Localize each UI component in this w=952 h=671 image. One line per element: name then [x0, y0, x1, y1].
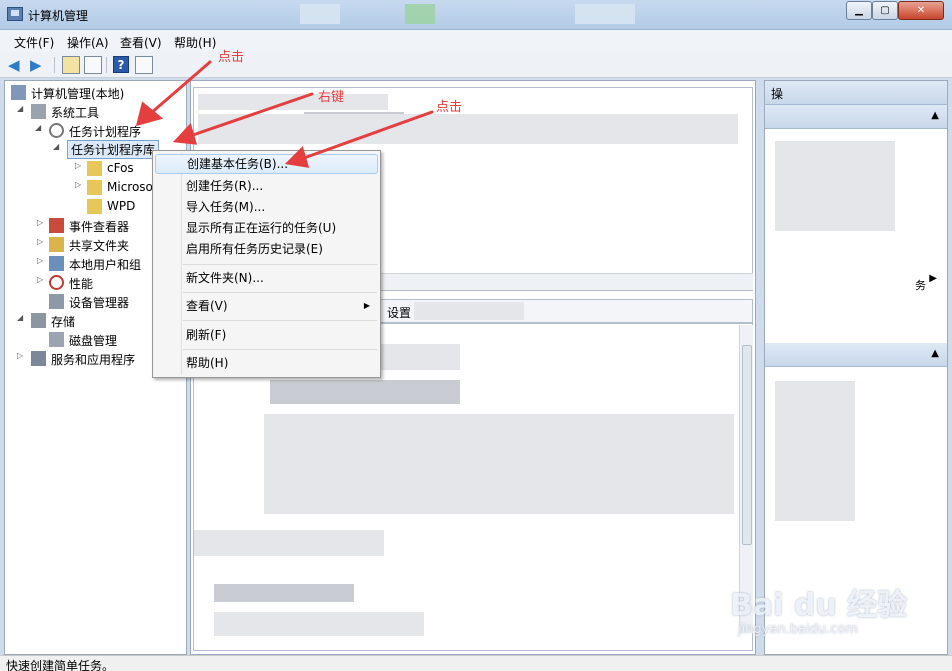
- watermark-url: jingyan.baidu.com: [738, 622, 858, 637]
- blurred-region: [270, 380, 460, 404]
- status-text: 快速创建简单任务。: [6, 659, 115, 671]
- clock-icon: [49, 123, 64, 138]
- toolbar-separator: [106, 57, 107, 73]
- show-action-pane-icon[interactable]: [135, 56, 153, 74]
- menu-item-import-task[interactable]: 导入任务(M)...: [155, 197, 378, 217]
- expanded-triangle-icon[interactable]: ◢: [35, 123, 45, 132]
- expanded-triangle-icon[interactable]: ◢: [53, 142, 63, 151]
- menu-item-enable-history[interactable]: 启用所有任务历史记录(E): [155, 239, 378, 259]
- users-icon: [49, 256, 64, 271]
- back-arrow-icon[interactable]: ◀: [8, 56, 26, 74]
- services-icon: [31, 351, 46, 366]
- context-menu: 创建基本任务(B)... 创建任务(R)... 导入任务(M)... 显示所有正…: [152, 150, 381, 378]
- collapsed-triangle-icon[interactable]: ▷: [75, 180, 85, 189]
- actions-section-header[interactable]: ▲: [765, 105, 947, 129]
- actions-section-header[interactable]: ▲: [765, 343, 947, 367]
- submenu-arrow-icon: ▶: [363, 301, 370, 310]
- annotation-click-1: 点击: [218, 50, 245, 65]
- event-viewer-icon: [49, 218, 64, 233]
- maximize-button[interactable]: ▢: [872, 1, 898, 20]
- tree-item-task-library-label: 任务计划程序库: [67, 140, 160, 159]
- forward-arrow-icon[interactable]: ▶: [30, 56, 48, 74]
- collapsed-triangle-icon[interactable]: ▷: [17, 351, 27, 360]
- show-hide-tree-icon[interactable]: [84, 56, 102, 74]
- expanded-triangle-icon[interactable]: ◢: [17, 104, 27, 113]
- menu-file[interactable]: 文件(F): [14, 34, 54, 51]
- blurred-region: [775, 381, 855, 521]
- close-button[interactable]: ✕: [898, 1, 944, 20]
- blurred-region: [194, 530, 384, 556]
- annotation-right-click: 右键: [318, 90, 345, 105]
- storage-icon: [31, 313, 46, 328]
- up-folder-icon[interactable]: [62, 56, 80, 74]
- blurred-region: [300, 4, 340, 24]
- annotation-click-2: 点击: [436, 100, 463, 115]
- collapsed-triangle-icon[interactable]: ▷: [37, 237, 47, 246]
- menu-item-new-folder[interactable]: 新文件夹(N)...: [155, 268, 378, 288]
- window-title: 计算机管理: [28, 9, 89, 23]
- blurred-region: [414, 302, 524, 320]
- collapse-caret-icon[interactable]: ▲: [931, 348, 939, 359]
- menu-item-help[interactable]: 帮助(H): [155, 353, 378, 373]
- folder-icon: [87, 180, 102, 195]
- actions-pane: 操 ▲ 务 ▶ ▲: [764, 80, 948, 655]
- folder-icon: [87, 161, 102, 176]
- help-icon[interactable]: ?: [113, 56, 129, 73]
- collapse-caret-icon[interactable]: ▲: [931, 110, 939, 121]
- disk-icon: [49, 332, 64, 347]
- menu-separator: [183, 320, 377, 321]
- device-manager-icon: [49, 294, 64, 309]
- menu-item-create-task[interactable]: 创建任务(R)...: [155, 176, 378, 196]
- blurred-region: [214, 612, 424, 636]
- minimize-button[interactable]: ▁: [846, 1, 872, 20]
- menu-help[interactable]: 帮助(H): [174, 34, 216, 51]
- tab-settings[interactable]: 设置: [387, 304, 411, 321]
- blurred-region: [198, 94, 388, 110]
- toolbar-separator: [54, 57, 55, 73]
- menu-item-view-label: 查看(V): [186, 299, 228, 313]
- menu-separator: [183, 349, 377, 350]
- blurred-region: [405, 4, 435, 24]
- actions-header[interactable]: 操: [765, 81, 947, 105]
- blurred-region: [775, 141, 895, 231]
- status-bar: 快速创建简单任务。: [0, 655, 952, 671]
- menu-item-show-running-tasks[interactable]: 显示所有正在运行的任务(U): [155, 218, 378, 238]
- expanded-triangle-icon[interactable]: ◢: [17, 313, 27, 322]
- menu-item-refresh[interactable]: 刷新(F): [155, 325, 378, 345]
- shared-folder-icon: [49, 237, 64, 252]
- performance-icon: [49, 275, 64, 290]
- menu-view[interactable]: 查看(V): [120, 34, 162, 51]
- menu-separator: [183, 292, 377, 293]
- menu-item-view[interactable]: 查看(V) ▶: [155, 296, 378, 316]
- blurred-region: [214, 584, 354, 602]
- actions-overflow-text: 务: [915, 279, 926, 292]
- computer-icon: [11, 85, 26, 100]
- watermark-logo: Bai du 经验: [730, 588, 908, 623]
- menu-separator: [183, 264, 377, 265]
- toolbar: ◀ ▶ ?: [0, 52, 952, 78]
- tools-icon: [31, 104, 46, 119]
- blurred-region: [198, 114, 738, 144]
- menu-bar: 文件(F) 操作(A) 查看(V) 帮助(H): [0, 30, 952, 52]
- title-bar: 计算机管理 ▁ ▢ ✕: [0, 0, 952, 30]
- collapsed-triangle-icon[interactable]: ▷: [37, 256, 47, 265]
- collapsed-triangle-icon[interactable]: ▷: [37, 218, 47, 227]
- computer-management-icon: [7, 7, 23, 21]
- blurred-region: [264, 414, 734, 514]
- collapsed-triangle-icon[interactable]: ▷: [75, 161, 85, 170]
- menu-item-create-basic-task[interactable]: 创建基本任务(B)...: [155, 154, 378, 174]
- folder-icon: [87, 199, 102, 214]
- baidu-jingyan-watermark: Bai du 经验 jingyan.baidu.com: [730, 580, 930, 640]
- menu-action[interactable]: 操作(A): [67, 34, 109, 51]
- collapsed-triangle-icon[interactable]: ▷: [37, 275, 47, 284]
- scrollbar-thumb[interactable]: [742, 345, 752, 545]
- submenu-arrow-icon[interactable]: ▶: [929, 273, 937, 284]
- blurred-region: [575, 4, 635, 24]
